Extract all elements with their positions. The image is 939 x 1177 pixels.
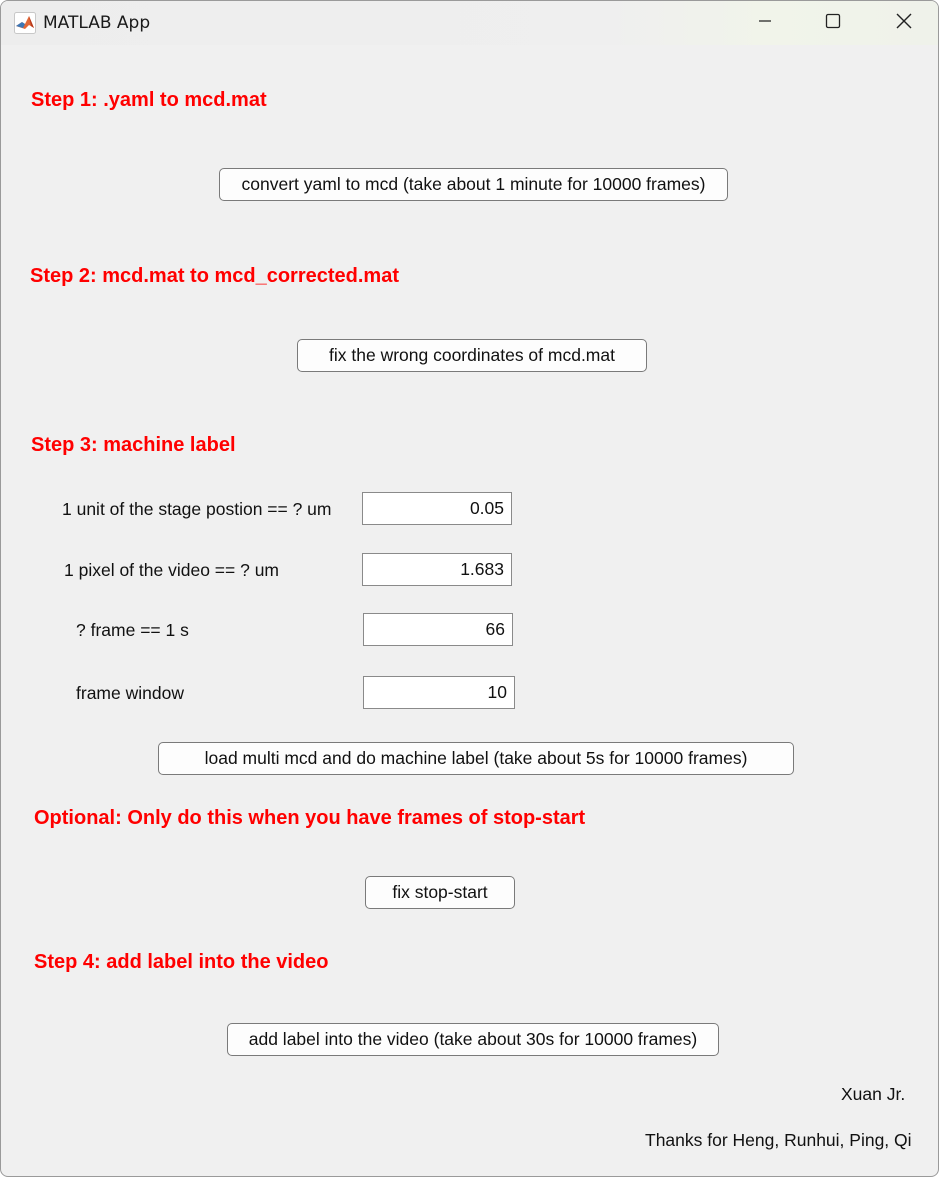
stage-unit-input[interactable]: 0.05 <box>362 492 512 525</box>
step3-heading: Step 3: machine label <box>31 434 236 456</box>
maximize-icon <box>825 13 841 34</box>
minimize-button[interactable] <box>731 1 799 45</box>
convert-yaml-button[interactable]: convert yaml to mcd (take about 1 minute… <box>219 168 728 201</box>
add-label-video-button[interactable]: add label into the video (take about 30s… <box>227 1023 719 1056</box>
close-icon <box>895 12 913 35</box>
frame-rate-label: ? frame == 1 s <box>76 620 189 640</box>
frame-rate-input[interactable]: 66 <box>363 613 513 646</box>
step4-heading: Step 4: add label into the video <box>34 951 329 973</box>
fix-coordinates-button[interactable]: fix the wrong coordinates of mcd.mat <box>297 339 647 372</box>
step2-heading: Step 2: mcd.mat to mcd_corrected.mat <box>30 265 399 287</box>
stage-unit-label: 1 unit of the stage postion == ? um <box>62 499 332 519</box>
pixel-size-label: 1 pixel of the video == ? um <box>64 560 279 580</box>
minimize-icon <box>757 13 773 34</box>
machine-label-button[interactable]: load multi mcd and do machine label (tak… <box>158 742 794 775</box>
optional-heading: Optional: Only do this when you have fra… <box>34 807 586 829</box>
step1-heading: Step 1: .yaml to mcd.mat <box>31 89 267 111</box>
window-title: MATLAB App <box>43 13 151 33</box>
title-bar: MATLAB App <box>1 1 938 45</box>
close-button[interactable] <box>870 1 938 45</box>
frame-window-input[interactable]: 10 <box>363 676 515 709</box>
matlab-app-icon <box>14 12 36 34</box>
author-credit: Xuan Jr. <box>841 1084 906 1104</box>
thanks-credit: Thanks for Heng, Runhui, Ping, Qi <box>645 1130 912 1150</box>
maximize-button[interactable] <box>799 1 867 45</box>
fix-stop-start-button[interactable]: fix stop-start <box>365 876 515 909</box>
app-window: MATLAB App Step 1: .yaml to mcd.mat conv… <box>0 0 939 1177</box>
pixel-size-input[interactable]: 1.683 <box>362 553 512 586</box>
frame-window-label: frame window <box>76 683 184 703</box>
